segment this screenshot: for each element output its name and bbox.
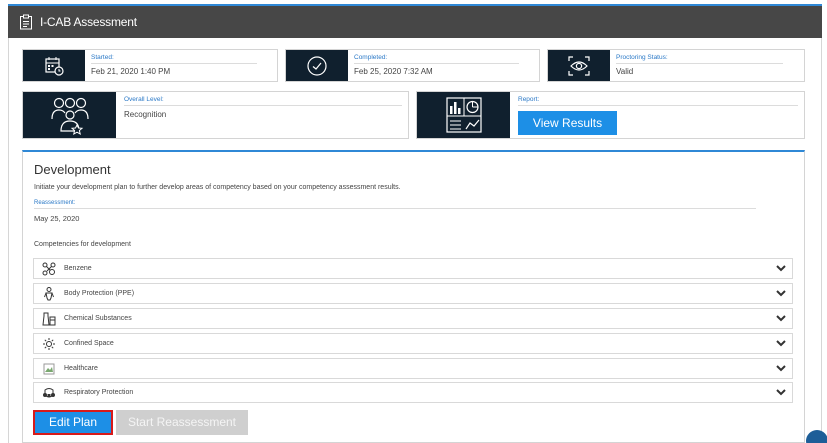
competency-name: Body Protection (PPE)	[64, 290, 135, 297]
competency-item-healthcare[interactable]: Healthcare	[33, 358, 793, 379]
team-star-icon	[23, 92, 116, 138]
edit-plan-button[interactable]: Edit Plan	[33, 410, 113, 435]
ppe-suit-icon	[42, 286, 56, 301]
competency-item-body-protection[interactable]: Body Protection (PPE)	[33, 283, 793, 304]
started-card: Started: Feb 21, 2020 1:40 PM	[22, 49, 278, 82]
eye-scan-icon	[548, 50, 610, 81]
report-chart-icon	[417, 92, 510, 138]
competencies-label: Competencies for development	[34, 241, 131, 248]
respirator-icon	[42, 386, 56, 400]
start-reassessment-button[interactable]: Start Reassessment	[116, 410, 248, 435]
reassessment-label: Reassessment:	[34, 200, 756, 209]
check-circle-icon	[286, 50, 348, 81]
chevron-down-icon[interactable]	[774, 287, 788, 301]
completed-card: Completed: Feb 25, 2020 7:32 AM	[285, 49, 540, 82]
development-heading: Development	[34, 162, 111, 177]
started-value: Feb 21, 2020 1:40 PM	[91, 67, 171, 76]
reassessment-date: May 25, 2020	[34, 214, 80, 223]
chevron-down-icon[interactable]	[774, 362, 788, 376]
competency-name: Healthcare	[64, 365, 98, 372]
competency-item-confined-space[interactable]: Confined Space	[33, 333, 793, 354]
overall-level-label: Overall Level:	[124, 96, 402, 106]
started-label: Started:	[91, 54, 257, 64]
proctoring-card: Proctoring Status: Valid	[547, 49, 805, 82]
chevron-down-icon[interactable]	[774, 312, 788, 326]
view-results-button[interactable]: View Results	[518, 111, 617, 135]
proctoring-value: Valid	[616, 67, 634, 76]
chevron-down-icon[interactable]	[774, 386, 788, 400]
overall-level-value: Recognition	[124, 110, 167, 119]
competency-name: Chemical Substances	[64, 315, 132, 322]
chemical-bottle-icon	[42, 312, 56, 326]
proctoring-label: Proctoring Status:	[616, 54, 784, 64]
floating-action-button[interactable]	[806, 430, 827, 443]
development-panel: Development Initiate your development pl…	[22, 150, 805, 443]
chevron-down-icon[interactable]	[774, 337, 788, 351]
overall-level-card: Overall Level: Recognition	[22, 91, 409, 139]
competency-name: Respiratory Protection	[64, 389, 134, 396]
competency-item-benzene[interactable]: Benzene	[33, 258, 793, 279]
confined-space-icon	[42, 337, 56, 351]
completed-label: Completed:	[354, 54, 519, 64]
report-label: Report:	[518, 96, 798, 106]
development-description: Initiate your development plan to furthe…	[34, 184, 401, 191]
completed-value: Feb 25, 2020 7:32 AM	[354, 67, 433, 76]
competency-item-respiratory-protection[interactable]: Respiratory Protection	[33, 382, 793, 403]
title-bar: I-CAB Assessment	[8, 4, 822, 38]
report-card: Report: View Results	[416, 91, 805, 139]
page-title: I-CAB Assessment	[40, 15, 137, 29]
calendar-clock-icon	[23, 50, 85, 81]
clipboard-icon	[18, 14, 34, 30]
competency-item-chemical-substances[interactable]: Chemical Substances	[33, 308, 793, 329]
chevron-down-icon[interactable]	[774, 262, 788, 276]
competency-name: Confined Space	[64, 340, 114, 347]
broken-image-icon	[42, 362, 56, 376]
molecule-icon	[42, 262, 56, 276]
competency-name: Benzene	[64, 265, 92, 272]
